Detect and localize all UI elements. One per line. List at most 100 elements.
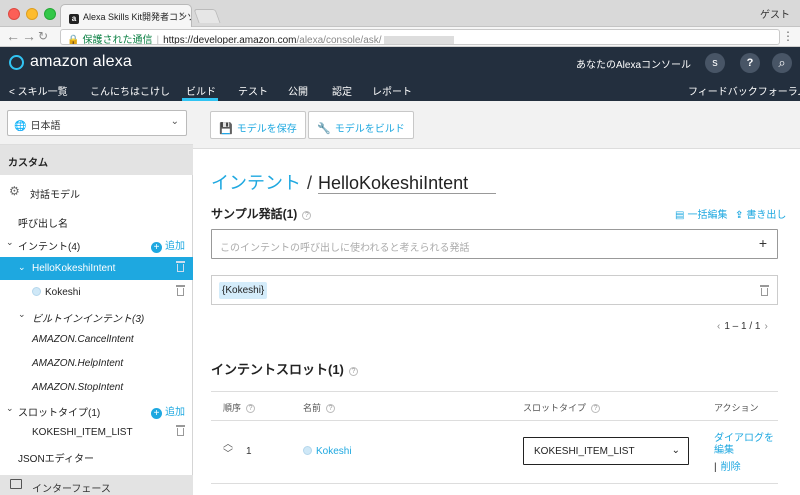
lock-icon: 🔒: [67, 35, 80, 45]
slot-name-link[interactable]: Kokeshi: [303, 446, 352, 457]
tab-test[interactable]: テスト: [238, 83, 268, 98]
upload-icon: ⇪: [735, 210, 744, 221]
sidebar-item-json-editor[interactable]: JSONエディター: [0, 444, 193, 467]
utterance-placeholder: このインテントの呼び出しに使われると考えられる発話: [220, 243, 470, 254]
trash-icon[interactable]: [176, 261, 185, 272]
back-arrow-icon[interactable]: ←: [6, 28, 20, 45]
interface-icon: [10, 479, 22, 489]
trash-icon[interactable]: [176, 425, 185, 436]
edit-dialog-link[interactable]: ダイアログを編集: [714, 433, 774, 457]
reload-icon[interactable]: ↻: [38, 28, 48, 45]
browser-menu-icon[interactable]: ⋮: [782, 29, 794, 43]
browser-toolbar: ← → ↻ 🔒 保護された通信 | https://developer.amazon.…: [0, 27, 800, 47]
bulk-edit-button[interactable]: ▤ 一括編集: [675, 206, 727, 221]
chevron-right-icon[interactable]: ›: [764, 321, 767, 332]
close-window-button[interactable]: [8, 8, 20, 20]
pagination: ‹ 1 – 1 / 1 ›: [717, 321, 768, 332]
chevron-left-icon[interactable]: ‹: [717, 321, 720, 332]
slot-circle-icon: [32, 287, 41, 296]
save-icon: 💾: [219, 123, 233, 135]
slot-order: 1: [246, 446, 252, 457]
avatar[interactable]: s: [705, 53, 725, 73]
tab-certification[interactable]: 認定: [332, 83, 352, 98]
sidebar-item-interaction-model[interactable]: ⚙ 対話モデル: [0, 180, 193, 204]
column-header-type: スロットタイプ?: [523, 401, 601, 414]
sample-utterances-title: サンプル発話(1)?: [211, 205, 312, 222]
trash-icon[interactable]: [760, 285, 769, 296]
address-bar[interactable]: 🔒 保護された通信 | https://developer.amazon.com/al…: [60, 29, 780, 45]
sidebar-item-invocation[interactable]: 呼び出し名: [0, 209, 193, 232]
delete-slot-link[interactable]: | 削除: [714, 458, 741, 473]
model-toolbar: 💾 モデルを保存 🔧 モデルをビルド: [193, 101, 800, 149]
feedback-link[interactable]: フィードバックフォーラム: [688, 83, 800, 98]
sidebar-item-interfaces[interactable]: インターフェース: [0, 475, 193, 495]
globe-icon: 🌐: [14, 121, 27, 132]
main-content: 💾 モデルを保存 🔧 モデルをビルド インテント / HelloKokeshiInten…: [193, 101, 800, 495]
build-model-button[interactable]: 🔧 モデルをビルド: [308, 111, 414, 139]
sidebar-item-cancel-intent[interactable]: AMAZON.CancelIntent: [0, 328, 193, 351]
minimize-window-button[interactable]: [26, 8, 38, 20]
sidebar-item-builtin-intents[interactable]: ⌄ ビルトインインテント(3): [0, 304, 193, 327]
sidebar-item-label: Kokeshi: [32, 287, 81, 298]
forward-arrow-icon[interactable]: →: [22, 28, 36, 45]
skill-name[interactable]: こんにちはこけし: [90, 83, 170, 98]
close-tab-icon[interactable]: ×: [179, 10, 185, 21]
sidebar-item-slot-types[interactable]: ⌄ スロットタイプ(1) + 追加: [0, 398, 193, 421]
custom-header[interactable]: カスタム: [0, 145, 193, 175]
sidebar-item-label: 呼び出し名: [18, 219, 68, 230]
add-utterance-button[interactable]: +: [759, 235, 767, 251]
tab-reports[interactable]: レポート: [372, 83, 412, 98]
sidebar-item-slot-kokeshi[interactable]: Kokeshi: [0, 281, 193, 304]
intent-name-field[interactable]: HelloKokeshiIntent: [318, 173, 497, 194]
sidebar-item-hello-kokeshi-intent[interactable]: ⌄ HelloKokeshiIntent: [0, 257, 193, 280]
profile-label[interactable]: ゲスト: [760, 6, 790, 21]
slot-type-select[interactable]: KOKESHI_ITEM_LIST ⌄: [523, 437, 689, 465]
slot-chip[interactable]: {Kokeshi}: [219, 282, 268, 299]
slots-table-header: 順序? 名前? スロットタイプ? アクション: [211, 391, 778, 421]
sidebar-item-intents[interactable]: ⌄ インテント(4) + 追加: [0, 232, 193, 255]
wrench-icon: 🔧: [317, 123, 331, 135]
plus-circle-icon: +: [151, 242, 162, 253]
sidebar-item-label: ビルトインインテント(3): [32, 314, 145, 325]
search-icon[interactable]: ⌕: [772, 53, 792, 73]
back-to-skills-link[interactable]: < スキル一覧: [9, 83, 68, 98]
table-row: ︿ ﹀ 1 Kokeshi KOKESHI_ITEM_LIST ⌄ ダイアログを編…: [211, 421, 778, 484]
column-header-action: アクション: [714, 403, 759, 413]
export-button[interactable]: ⇪ 書き出し: [735, 206, 786, 221]
utterance-input[interactable]: このインテントの呼び出しに使われると考えられる発話 +: [211, 229, 778, 259]
trash-icon[interactable]: [176, 285, 185, 296]
utterance-row[interactable]: {Kokeshi}: [211, 275, 778, 305]
amazon-favicon-icon: a: [69, 14, 79, 24]
help-icon[interactable]: ?: [302, 211, 312, 220]
console-link[interactable]: あなたのAlexaコンソール: [576, 56, 691, 71]
tab-publish[interactable]: 公開: [288, 83, 308, 98]
alexa-logo-icon: [9, 55, 24, 70]
help-icon[interactable]: ?: [348, 367, 358, 376]
help-icon[interactable]: ?: [740, 53, 760, 73]
sidebar-item-kokeshi-item-list[interactable]: KOKESHI_ITEM_LIST: [0, 421, 193, 444]
slot-circle-icon: [303, 446, 312, 455]
save-model-button[interactable]: 💾 モデルを保存: [210, 111, 306, 139]
plus-circle-icon: +: [151, 408, 162, 419]
intent-slots-title: インテントスロット(1)?: [211, 359, 358, 378]
chevron-down-icon: ⌄: [18, 309, 26, 319]
sidebar-item-label: インターフェース: [32, 484, 111, 495]
redacted-url-segment: [383, 36, 454, 44]
new-tab-button[interactable]: [193, 9, 221, 23]
sidebar-item-label: AMAZON.StopIntent: [32, 382, 124, 393]
browser-tab[interactable]: a Alexa Skills Kit開発者コンソール ×: [60, 4, 192, 27]
language-value: 日本語: [30, 121, 61, 132]
skill-navbar: < スキル一覧 こんにちはこけし ビルド テスト 公開 認定 レポート フィード…: [0, 78, 800, 101]
language-select[interactable]: 🌐 日本語 ⌄: [7, 110, 187, 136]
column-header-name: 名前?: [303, 401, 336, 414]
sidebar-item-help-intent[interactable]: AMAZON.HelpIntent: [0, 352, 193, 375]
tab-build[interactable]: ビルド: [186, 83, 216, 98]
intents-breadcrumb-link[interactable]: インテント: [211, 173, 301, 193]
reorder-icon[interactable]: ︿ ﹀: [223, 440, 233, 460]
maximize-window-button[interactable]: [44, 8, 56, 20]
add-intent-button[interactable]: + 追加: [151, 237, 185, 253]
bulk-edit-icon: ▤: [675, 210, 685, 221]
logo-text[interactable]: amazon alexa: [30, 53, 132, 71]
add-slot-type-button[interactable]: + 追加: [151, 403, 185, 419]
sidebar-item-stop-intent[interactable]: AMAZON.StopIntent: [0, 376, 193, 399]
